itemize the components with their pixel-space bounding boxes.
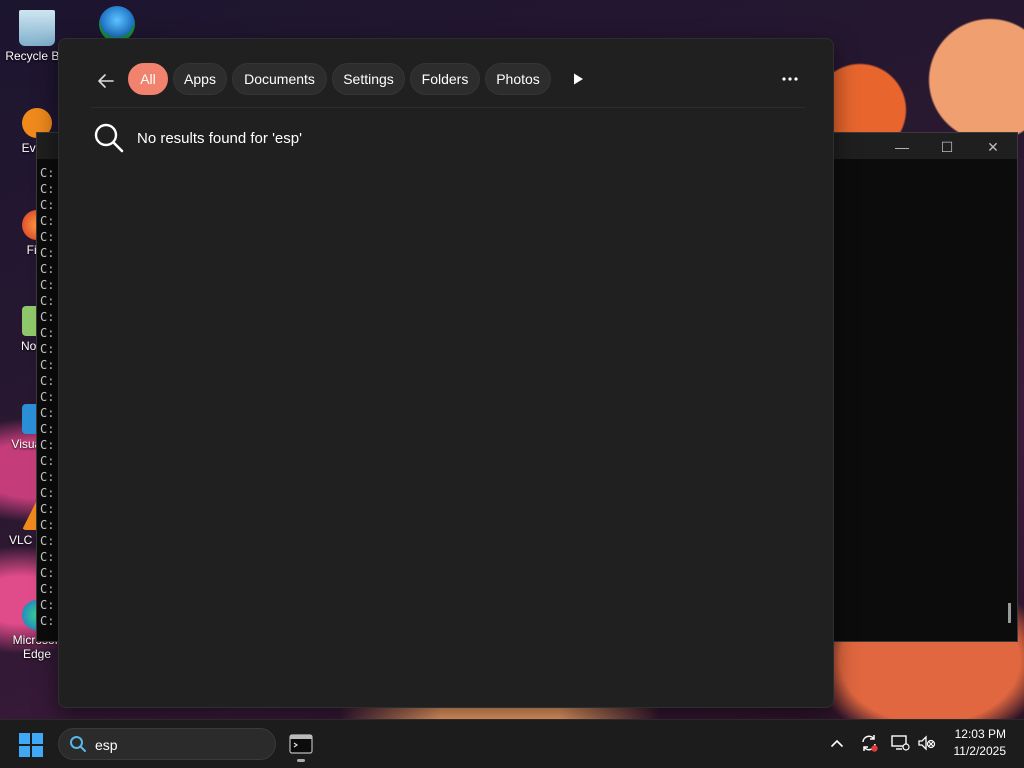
taskbar-search-box[interactable]	[58, 728, 276, 760]
volume-muted-icon	[918, 735, 936, 751]
console-line: C:	[40, 374, 55, 388]
running-indicator	[297, 759, 305, 762]
chevron-up-icon	[831, 739, 843, 747]
search-flyout: All Apps Documents Settings Folders Phot…	[58, 38, 834, 708]
console-line: C:	[40, 342, 55, 356]
clock-time: 12:03 PM	[954, 727, 1006, 741]
console-line: C:	[40, 534, 55, 548]
filter-chip-documents[interactable]: Documents	[232, 63, 327, 95]
search-input[interactable]	[95, 735, 265, 755]
recycle-bin-icon	[19, 10, 55, 46]
volume-button[interactable]	[916, 732, 938, 754]
search-icon	[94, 123, 124, 153]
console-line: C:	[40, 278, 55, 292]
play-icon	[574, 73, 583, 85]
sync-icon	[862, 735, 878, 752]
start-button[interactable]	[18, 732, 44, 758]
filter-bar: All Apps Documents Settings Folders Phot…	[59, 63, 833, 97]
console-line: C:	[40, 502, 55, 516]
console-line: C:	[40, 598, 55, 612]
clock-date: 11/2/2025	[953, 744, 1007, 758]
filter-chip-folders[interactable]: Folders	[410, 63, 480, 95]
download-manager-icon	[99, 6, 135, 42]
network-button[interactable]	[889, 732, 911, 754]
console-line: C:	[40, 326, 55, 340]
console-line: C:	[40, 550, 55, 564]
windows-logo-icon	[19, 733, 43, 757]
console-line: C:	[40, 438, 55, 452]
console-line: C:	[40, 390, 55, 404]
console-line: C:	[40, 470, 55, 484]
console-line: C:	[40, 582, 55, 596]
show-hidden-icons-button[interactable]	[826, 732, 848, 754]
console-line: C:	[40, 614, 55, 628]
network-icon	[891, 735, 910, 751]
divider	[91, 107, 805, 108]
terminal-icon	[289, 734, 313, 754]
taskbar: 12:03 PM 11/2/2025	[0, 719, 1024, 768]
ellipsis-icon	[782, 77, 798, 81]
maximize-button[interactable]: ☐	[932, 137, 962, 157]
console-line: C:	[40, 294, 55, 308]
filter-chip-settings[interactable]: Settings	[332, 63, 405, 95]
taskbar-app-terminal[interactable]	[286, 726, 316, 762]
more-filters-button[interactable]	[562, 63, 594, 95]
console-line: C:	[40, 214, 55, 228]
console-line: C:	[40, 406, 55, 420]
back-button[interactable]	[92, 67, 120, 95]
filter-chip-apps[interactable]: Apps	[173, 63, 227, 95]
clock[interactable]: 12:03 PM 11/2/2025	[954, 726, 1007, 760]
arrow-left-icon	[98, 74, 114, 88]
console-line: C:	[40, 166, 55, 180]
console-line: C:	[40, 454, 55, 468]
no-results-row: No results found for 'esp'	[93, 121, 302, 155]
console-line: C:	[40, 358, 55, 372]
close-button[interactable]: ✕	[978, 137, 1008, 157]
console-scrollbar[interactable]	[1008, 603, 1011, 623]
console-line: C:	[40, 262, 55, 276]
console-line: C:	[40, 310, 55, 324]
console-line: C:	[40, 566, 55, 580]
no-results-message: No results found for 'esp'	[137, 129, 302, 147]
options-button[interactable]	[774, 63, 806, 95]
console-line: C:	[40, 230, 55, 244]
minimize-button[interactable]: —	[887, 137, 917, 157]
console-line: C:	[40, 486, 55, 500]
console-line: C:	[40, 246, 55, 260]
filter-chip-all[interactable]: All	[128, 63, 168, 95]
sync-status-button[interactable]	[858, 732, 880, 754]
filter-chip-photos[interactable]: Photos	[485, 63, 551, 95]
console-line: C:	[40, 518, 55, 532]
console-output: C: C: C: C: C: C: C: C: C: C: C: C: C: C: C: C: C: C: C: C:…	[40, 165, 54, 629]
search-icon	[70, 736, 86, 752]
console-line: C:	[40, 182, 55, 196]
console-line: C:	[40, 422, 55, 436]
console-line: C:	[40, 198, 55, 212]
